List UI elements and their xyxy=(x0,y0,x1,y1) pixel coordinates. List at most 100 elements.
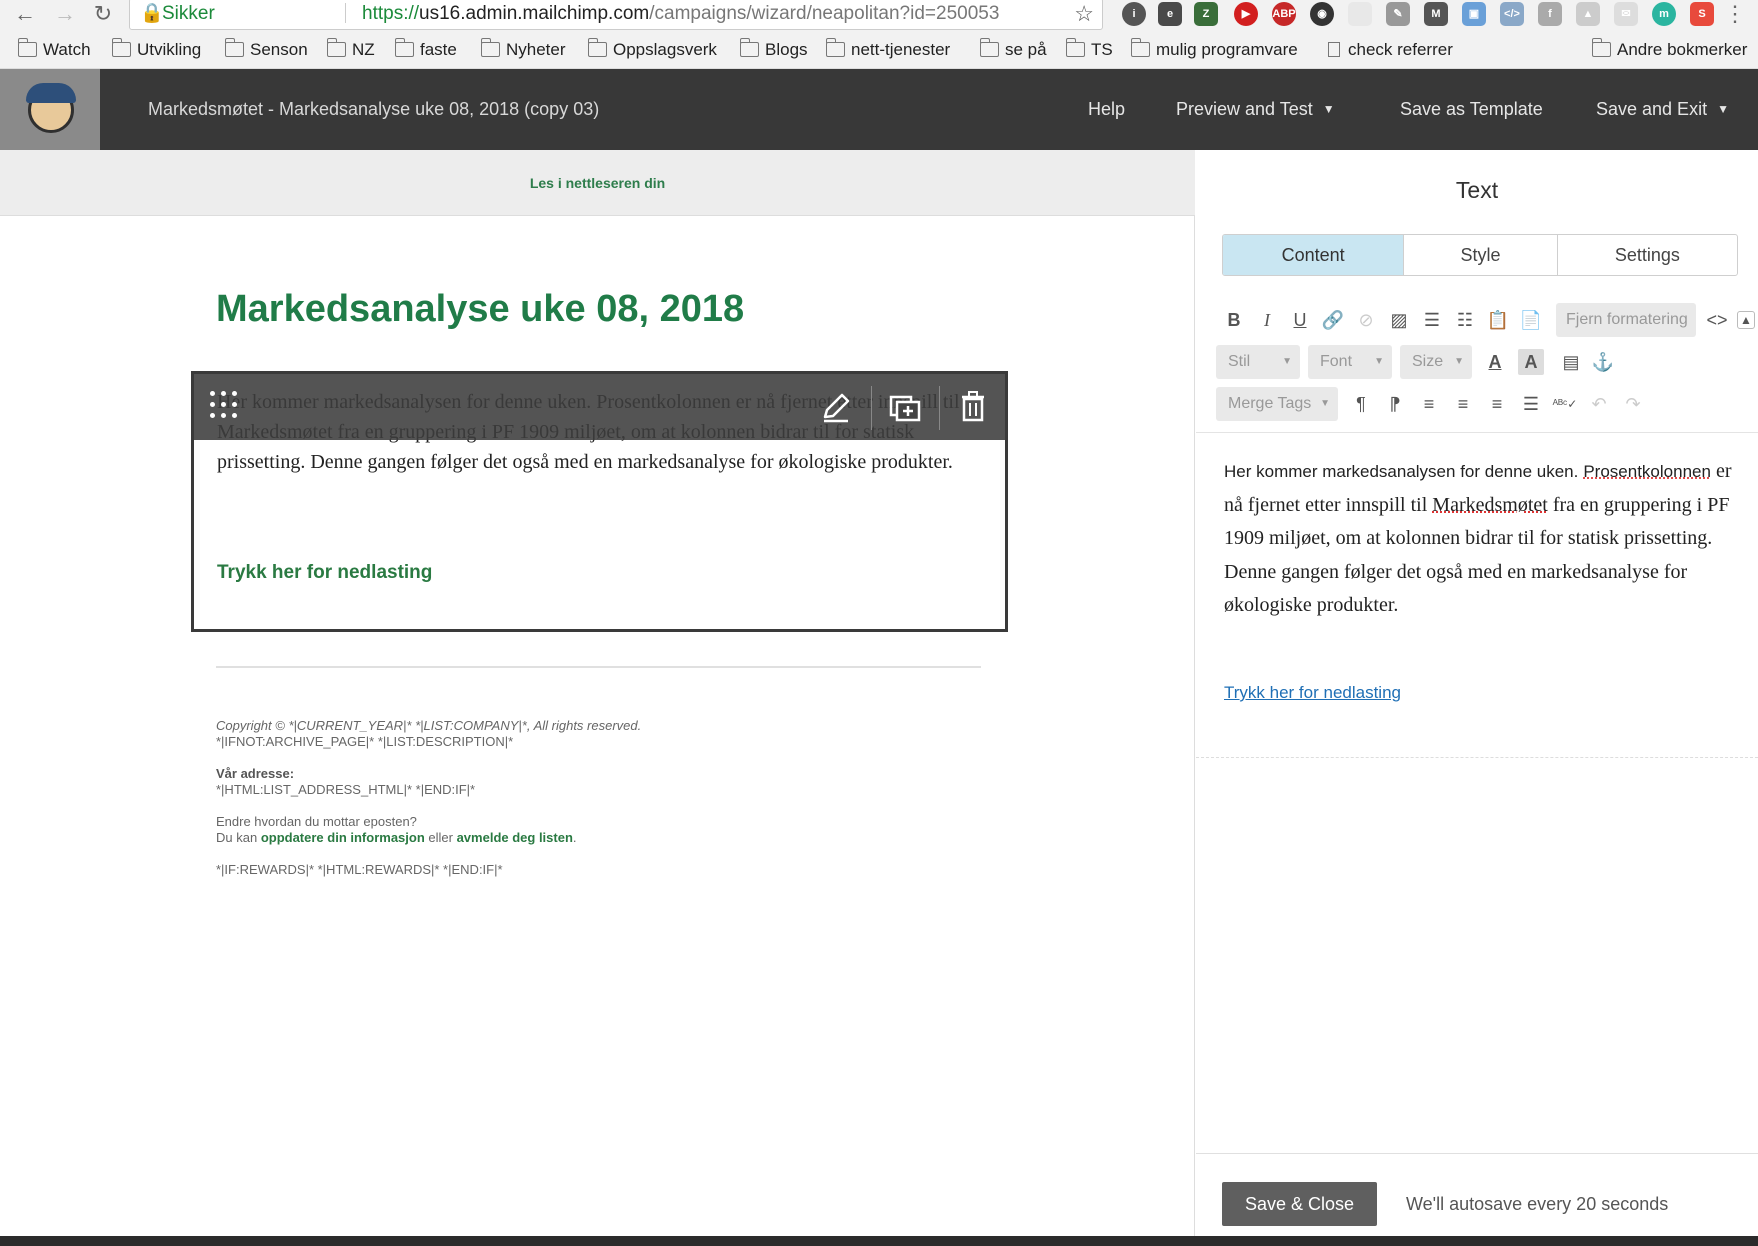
chevron-down-icon: ▼ xyxy=(1320,398,1330,409)
block-toolbar xyxy=(194,374,1005,440)
folder-icon xyxy=(480,38,500,57)
email-footer: Copyright © *|CURRENT_YEAR|* *|LIST:COMP… xyxy=(216,718,996,878)
tab-settings[interactable]: Settings xyxy=(1558,235,1737,275)
text-color-icon[interactable]: A xyxy=(1482,349,1508,375)
tab-content[interactable]: Content xyxy=(1223,235,1405,275)
menu-dots-icon[interactable]: ⋮ xyxy=(1724,2,1746,26)
bookmark-folder[interactable]: NZ xyxy=(326,36,375,64)
paragraph-ltr-icon[interactable]: ¶ xyxy=(1348,391,1374,417)
spellcheck-icon[interactable]: ᴬᴮᶜ✓ xyxy=(1552,391,1578,417)
align-right-icon[interactable]: ≡ xyxy=(1484,391,1510,417)
extension-mail-icon[interactable]: ✉ xyxy=(1614,2,1638,26)
forward-icon[interactable]: → xyxy=(50,2,80,26)
link-icon[interactable]: 🔗 xyxy=(1320,307,1346,333)
extension-drive-icon[interactable]: ▲ xyxy=(1576,2,1600,26)
footer-divider xyxy=(216,666,981,668)
email-heading[interactable]: Markedsanalyse uke 08, 2018 xyxy=(216,288,744,331)
save-and-exit-menu[interactable]: Save and Exit ▼ xyxy=(1596,69,1729,150)
back-icon[interactable]: ← xyxy=(10,2,40,26)
editor-download-link[interactable]: Trykk her for nedlasting xyxy=(1224,676,1401,710)
extension-code-icon[interactable]: </> xyxy=(1500,2,1524,26)
extension-abp-icon[interactable]: ABP xyxy=(1272,2,1296,26)
extension-evernote-icon[interactable]: e xyxy=(1158,2,1182,26)
bookmark-folder[interactable]: TS xyxy=(1065,36,1113,64)
editor-spell-word-2: Markedsmøtet xyxy=(1432,493,1548,516)
bookmark-folder[interactable]: Oppslagsverk xyxy=(587,36,717,64)
extension-play-icon[interactable]: ▶ xyxy=(1234,2,1258,26)
bookmark-folder[interactable]: nett-tjenester xyxy=(825,36,950,64)
other-bookmarks[interactable]: Andre bokmerker xyxy=(1591,36,1748,64)
source-code-icon[interactable]: <> xyxy=(1704,307,1730,333)
drag-handle-icon[interactable] xyxy=(210,391,242,423)
bookmark-folder[interactable]: faste xyxy=(394,36,457,64)
align-left-icon[interactable]: ≡ xyxy=(1416,391,1442,417)
font-select[interactable]: Font ▼ xyxy=(1308,345,1392,379)
style-select[interactable]: Stil ▼ xyxy=(1216,345,1300,379)
remove-formatting-button[interactable]: Fjern formatering xyxy=(1556,303,1696,337)
view-in-browser-link[interactable]: Les i nettleseren din xyxy=(530,175,665,191)
bookmark-folder[interactable]: Blogs xyxy=(739,36,808,64)
extension-z-icon[interactable]: Z xyxy=(1194,2,1218,26)
preview-and-test-menu[interactable]: Preview and Test ▼ xyxy=(1176,69,1335,150)
bookmark-folder[interactable]: mulig programvare xyxy=(1130,36,1298,64)
merge-tags-select[interactable]: Merge Tags ▼ xyxy=(1216,387,1338,421)
bookmark-page[interactable]: check referrer xyxy=(1328,36,1453,64)
toolbar-separator xyxy=(1196,432,1758,433)
help-link[interactable]: Help xyxy=(1088,69,1125,150)
duplicate-block-button[interactable] xyxy=(882,384,928,430)
underline-icon[interactable]: U xyxy=(1287,307,1313,333)
save-as-template-link[interactable]: Save as Template xyxy=(1400,69,1543,150)
bookmark-folder[interactable]: Senson xyxy=(224,36,308,64)
ordered-list-icon[interactable]: ☰ xyxy=(1419,307,1445,333)
extension-f-icon[interactable]: f xyxy=(1538,2,1562,26)
size-select[interactable]: Size ▼ xyxy=(1400,345,1472,379)
toolbar-divider xyxy=(871,386,872,430)
extension-pen-icon[interactable]: ✎ xyxy=(1386,2,1410,26)
bookmark-folder[interactable]: Nyheter xyxy=(480,36,566,64)
extension-s-icon[interactable]: S xyxy=(1690,2,1714,26)
bookmark-folder[interactable]: Utvikling xyxy=(111,36,202,64)
horizontal-rule-icon[interactable]: ▤ xyxy=(1558,349,1584,375)
image-icon[interactable]: ▨ xyxy=(1386,307,1412,333)
folder-icon xyxy=(587,38,607,57)
italic-icon[interactable]: I xyxy=(1254,307,1280,333)
chevron-down-icon: ▼ xyxy=(1717,102,1729,116)
background-color-icon[interactable]: A xyxy=(1518,349,1544,375)
selected-text-block[interactable]: Her kommer markedsanalysen for denne uke… xyxy=(191,371,1008,632)
or-text: eller xyxy=(424,830,457,845)
duplicate-icon xyxy=(889,395,921,422)
tab-style[interactable]: Style xyxy=(1404,235,1558,275)
redo-icon: ↷ xyxy=(1625,394,1641,414)
unsubscribe-link[interactable]: avmelde deg listen xyxy=(457,830,573,845)
anchor-icon[interactable]: ⚓ xyxy=(1590,349,1616,375)
paste-icon[interactable]: 📋 xyxy=(1485,307,1511,333)
align-center-icon[interactable]: ≡ xyxy=(1450,391,1476,417)
extension-m-circle-icon[interactable]: m xyxy=(1652,2,1676,26)
justify-icon[interactable]: ☰ xyxy=(1518,391,1544,417)
collapse-toolbar-icon[interactable]: ▲ xyxy=(1737,311,1755,329)
extension-color-icon[interactable]: ◉ xyxy=(1310,2,1334,26)
bookmark-label: Utvikling xyxy=(137,40,202,59)
extension-window-icon[interactable]: ▣ xyxy=(1462,2,1486,26)
extension-m-icon[interactable]: M xyxy=(1424,2,1448,26)
bold-icon[interactable]: B xyxy=(1221,307,1247,333)
extension-blank-icon[interactable] xyxy=(1348,2,1372,26)
delete-block-button[interactable] xyxy=(950,384,996,430)
bookmark-folder[interactable]: se på xyxy=(979,36,1047,64)
paste-text-icon[interactable]: 📄 xyxy=(1518,307,1544,333)
update-info-link[interactable]: oppdatere din informasjon xyxy=(261,830,425,845)
reload-icon[interactable]: ↻ xyxy=(88,2,118,26)
extension-info-icon[interactable]: i xyxy=(1122,2,1146,26)
download-link[interactable]: Trykk her for nedlasting xyxy=(217,562,432,584)
edit-block-button[interactable] xyxy=(813,384,859,430)
bullet-list-icon[interactable]: ☷ xyxy=(1452,307,1478,333)
address-bar[interactable]: 🔒 Sikker https://us16.admin.mailchimp.co… xyxy=(129,0,1103,30)
rich-text-editor[interactable]: Her kommer markedsanalysen for denne uke… xyxy=(1224,455,1744,702)
bookmark-label: Andre bokmerker xyxy=(1617,40,1748,59)
folder-icon xyxy=(1130,38,1150,57)
bookmark-star-icon[interactable]: ☆ xyxy=(1074,0,1094,28)
paragraph-rtl-icon[interactable]: ⁋ xyxy=(1382,391,1408,417)
save-close-button[interactable]: Save & Close xyxy=(1222,1182,1377,1226)
mailchimp-logo[interactable] xyxy=(0,69,100,150)
bookmark-folder[interactable]: Watch xyxy=(17,36,91,64)
